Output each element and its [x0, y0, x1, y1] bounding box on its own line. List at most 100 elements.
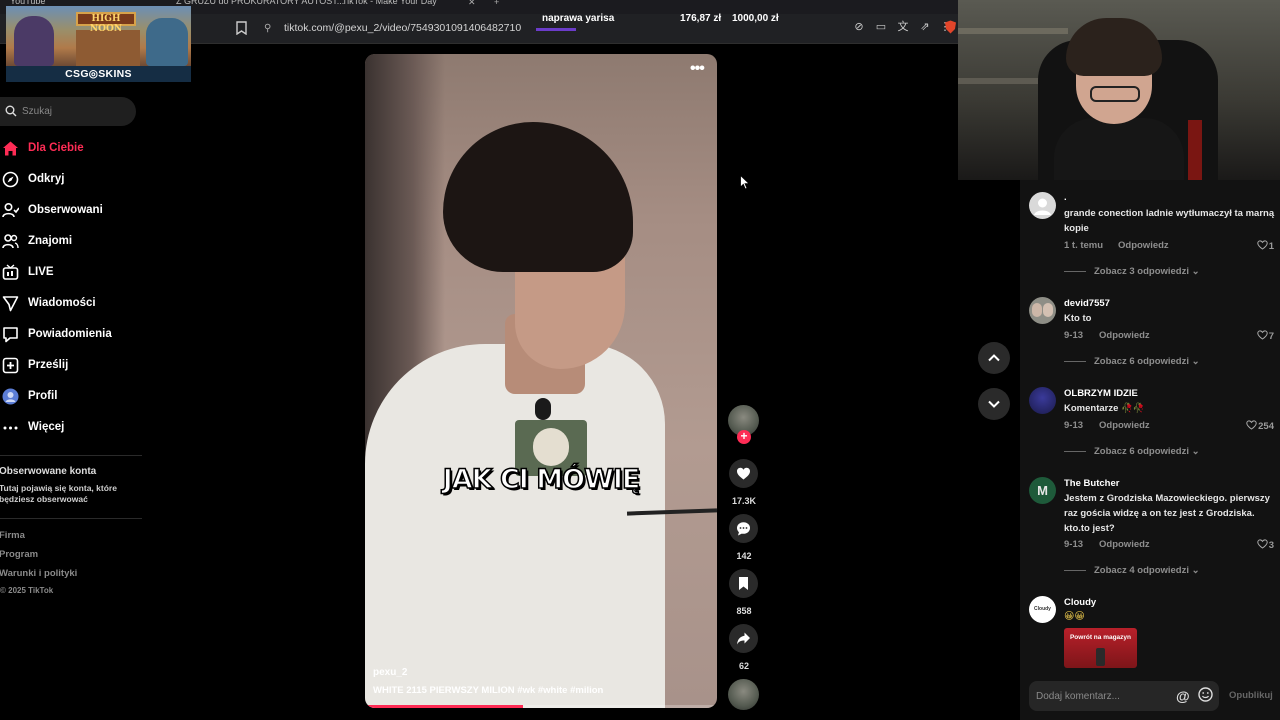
comment-reply-button[interactable]: Odpowiedz	[1118, 240, 1169, 251]
sidebar-item-odkryj[interactable]: Odkryj	[0, 169, 140, 191]
webcam-chair-accent	[1188, 120, 1202, 180]
cast-icon[interactable]: ▭	[874, 20, 888, 34]
sidebar-item-powiadomienia[interactable]: Powiadomienia	[0, 324, 140, 346]
view-replies-button[interactable]: Zobacz 6 odpowiedzi ⌄	[1064, 446, 1200, 457]
comment-avatar[interactable]	[1029, 192, 1056, 219]
bookmark-icon	[739, 577, 748, 590]
comment-username[interactable]: .	[1064, 192, 1067, 203]
comment-like-button[interactable]: 7	[1257, 330, 1274, 342]
comment-button[interactable]	[729, 514, 758, 543]
sidebar-item-label: Powiadomienia	[28, 328, 112, 340]
comment-image-bottle	[1096, 648, 1105, 666]
comment-like-button[interactable]: 3	[1257, 539, 1274, 551]
comment-like-button[interactable]: 1	[1257, 240, 1274, 252]
video-player[interactable]: ••• JAK CI MÓWIĘ pexu_2 WHITE 2115 PIERW…	[365, 54, 717, 708]
comment-text: Kto to	[1064, 313, 1092, 324]
footer-link-program[interactable]: Program	[0, 549, 38, 560]
share-icon	[737, 632, 750, 645]
sidebar-item-label: LIVE	[28, 266, 54, 278]
heart-outline-icon	[1246, 420, 1257, 430]
translate-icon[interactable]: 文	[896, 20, 910, 34]
comment-icon	[737, 522, 750, 536]
video-progress-bar[interactable]	[365, 705, 717, 708]
previous-video-button[interactable]	[978, 342, 1010, 374]
copyright: © 2025 TikTok	[0, 586, 54, 595]
comment-reply-button[interactable]: Odpowiedz	[1099, 539, 1150, 550]
comment-text: Jestem z Grodziska Mazowieckiego. pierws…	[1064, 493, 1270, 534]
webcam-shelf	[958, 28, 1068, 34]
view-replies-label: Zobacz 3 odpowiedzi	[1094, 266, 1190, 277]
footer-link-terms[interactable]: Warunki i polityki	[0, 568, 77, 579]
sidebar-item-profil[interactable]: Profil	[0, 386, 140, 408]
saloon-building	[76, 30, 140, 66]
tab-tiktok[interactable]: TikTok - Make Your Day	[342, 0, 437, 10]
comment-input[interactable]	[1029, 681, 1219, 711]
comment-time: 1 t. temu	[1064, 240, 1104, 251]
tab-close-icon[interactable]: ✕	[468, 0, 476, 8]
comment-text: Komentarze 🥀🥀	[1064, 403, 1145, 414]
comment-input-bar: @ Opublikuj	[1020, 678, 1280, 720]
comment-like-button[interactable]: 254	[1246, 420, 1274, 432]
like-button[interactable]	[729, 459, 758, 488]
notifications-icon	[3, 327, 18, 343]
bookmark-icon[interactable]	[236, 21, 247, 35]
comment-avatar[interactable]	[1029, 387, 1056, 414]
search-icon	[5, 105, 17, 117]
sidebar-item-label: Więcej	[28, 421, 65, 433]
follow-plus-icon[interactable]: +	[737, 430, 751, 444]
sidebar-item-wiecej[interactable]: Więcej	[0, 417, 140, 439]
comment-avatar[interactable]: M	[1029, 477, 1056, 504]
comment-username[interactable]: OLBRZYM IDZIE	[1064, 388, 1138, 399]
comment-reply-button[interactable]: Odpowiedz	[1099, 420, 1150, 431]
comment-emoji: 😀😀	[1064, 611, 1085, 622]
mention-icon[interactable]: @	[1176, 688, 1190, 704]
publish-button[interactable]: Opublikuj	[1229, 690, 1273, 701]
chevron-down-icon: ⌄	[1191, 565, 1200, 576]
save-button[interactable]	[729, 569, 758, 598]
sidebar-item-znajomi[interactable]: Znajomi	[0, 231, 140, 253]
site-info-icon[interactable]: ⚲	[264, 23, 271, 34]
comment-username[interactable]: devid7557	[1064, 298, 1110, 309]
search-box[interactable]	[0, 97, 136, 126]
share-page-icon[interactable]: ⇗	[918, 20, 932, 34]
next-video-button[interactable]	[978, 388, 1010, 420]
comment-avatar[interactable]	[1029, 297, 1056, 324]
sidebar-item-dla-ciebie[interactable]: Dla Ciebie	[0, 138, 140, 160]
sidebar-item-wiadomosci[interactable]: Wiadomości	[0, 293, 140, 315]
brave-shield-icon[interactable]	[944, 20, 957, 34]
comment-reply-button[interactable]: Odpowiedz	[1099, 330, 1150, 341]
webcam-person-body	[1054, 118, 1184, 180]
video-description: WHITE 2115 PIERWSZY MILION #wk #white #m…	[373, 685, 604, 696]
sidebar-item-live[interactable]: LIVE	[0, 262, 140, 284]
tab-prokuratora[interactable]: Z GRUZU do PROKURATORY AUTOST...	[176, 0, 344, 10]
sidebar-item-label: Obserwowani	[28, 204, 103, 216]
profile-icon	[2, 388, 19, 405]
view-replies-button[interactable]: Zobacz 6 odpowiedzi ⌄	[1064, 356, 1200, 367]
new-tab-icon[interactable]: +	[494, 0, 499, 7]
search-input[interactable]	[22, 104, 130, 119]
home-icon	[3, 141, 18, 156]
url-field[interactable]: tiktok.com/@pexu_2/video/754930109140648…	[284, 22, 521, 34]
video-author[interactable]: pexu_2	[373, 667, 407, 678]
sidebar-item-obserwowani[interactable]: Obserwowani	[0, 200, 140, 222]
comment-image[interactable]: Powrót na magazyn	[1064, 628, 1137, 668]
video-more-options-icon[interactable]: •••	[690, 60, 705, 78]
tracking-off-icon[interactable]: ⊘	[852, 20, 866, 34]
comment-username[interactable]: The Butcher	[1064, 478, 1119, 489]
more-icon	[3, 426, 18, 430]
comment-avatar[interactable]: Cloudy	[1029, 596, 1056, 623]
comment-username[interactable]: Cloudy	[1064, 597, 1096, 608]
view-replies-button[interactable]: Zobacz 4 odpowiedzi ⌄	[1064, 565, 1200, 576]
sidebar-item-przeslij[interactable]: Prześlij	[0, 355, 140, 377]
comment-like-count: 3	[1268, 540, 1274, 551]
share-button[interactable]	[729, 624, 758, 653]
footer-link-firma[interactable]: Firma	[0, 530, 25, 541]
webcam-person-hair	[1066, 18, 1162, 76]
view-replies-label: Zobacz 6 odpowiedzi	[1094, 356, 1190, 367]
messages-icon	[2, 296, 19, 312]
sidebar-item-label: Znajomi	[28, 235, 73, 247]
following-icon	[2, 202, 19, 218]
view-replies-button[interactable]: Zobacz 3 odpowiedzi ⌄	[1064, 266, 1200, 277]
emoji-icon[interactable]	[1198, 687, 1213, 702]
sound-disc-avatar[interactable]	[728, 679, 759, 710]
